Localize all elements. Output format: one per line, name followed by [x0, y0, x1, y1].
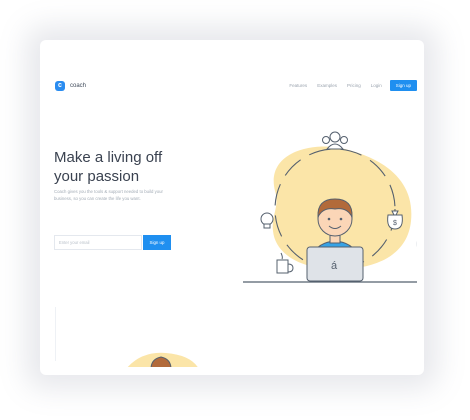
- nav-link-pricing[interactable]: Pricing: [347, 83, 361, 88]
- brand[interactable]: c coach: [55, 81, 86, 91]
- divider: [55, 307, 56, 361]
- hero-signup-button[interactable]: Sign up: [143, 235, 171, 250]
- hero-title-line-1: Make a living off: [54, 149, 163, 166]
- top-nav: Features Examples Pricing Login Sign up: [279, 80, 417, 91]
- landing-page-screenshot: c coach Features Examples Pricing Login …: [49, 49, 417, 367]
- svg-text:$: $: [393, 220, 397, 227]
- brand-name: coach: [70, 83, 87, 89]
- laptop-logo-glyph: á: [331, 260, 338, 272]
- hero-illustration: $ á: [243, 131, 417, 283]
- nav-link-login[interactable]: Login: [371, 83, 382, 88]
- hero-title: Make a living off your passion: [54, 148, 214, 186]
- email-input[interactable]: [54, 235, 142, 250]
- lightbulb-icon: [260, 212, 274, 229]
- nav-signup-button[interactable]: Sign up: [389, 80, 417, 91]
- edge-decoration: [416, 240, 417, 248]
- brand-logo-icon: c: [55, 81, 65, 91]
- nav-link-features[interactable]: Features: [289, 83, 307, 88]
- laptop: á: [306, 246, 364, 282]
- bottom-illustration: [127, 352, 198, 367]
- hero-subtitle: Coach gives you the tools & support need…: [54, 189, 163, 201]
- people-icon: [322, 131, 348, 150]
- nav-link-examples[interactable]: Examples: [317, 83, 337, 88]
- hero-title-line-2: your passion: [54, 168, 140, 185]
